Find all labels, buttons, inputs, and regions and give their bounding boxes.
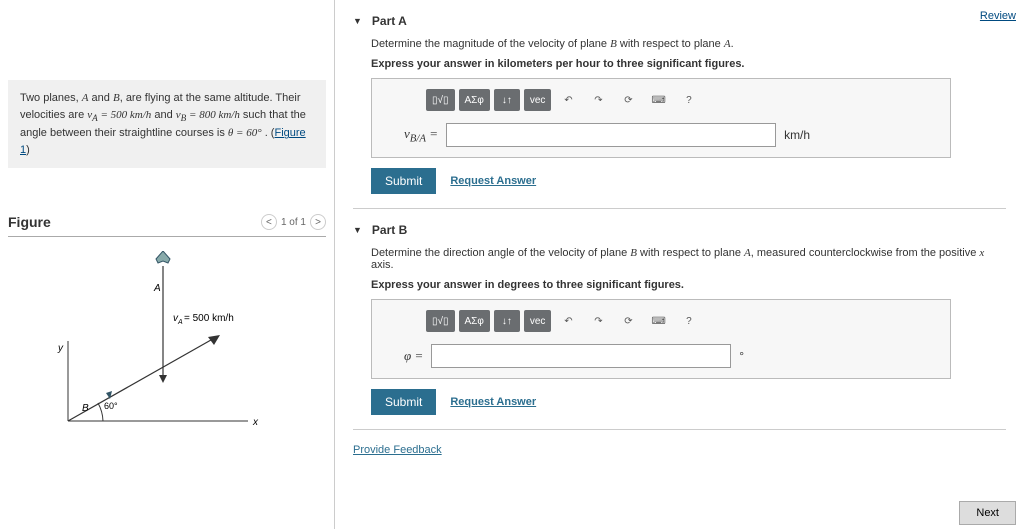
divider <box>353 208 1006 209</box>
part-a-unit: km/h <box>784 128 810 142</box>
reset-button[interactable]: ⟳ <box>615 310 641 332</box>
svg-text:A: A <box>177 319 183 326</box>
figure-next-button[interactable]: > <box>310 214 326 230</box>
equation-toolbar: ▯√▯ ΑΣφ ↓↑ vec ↶ ↷ ⟳ ⌨ ? <box>426 89 936 111</box>
help-button[interactable]: ? <box>676 310 702 332</box>
equation-toolbar: ▯√▯ ΑΣφ ↓↑ vec ↶ ↷ ⟳ ⌨ ? <box>426 310 936 332</box>
undo-button[interactable]: ↶ <box>555 89 581 111</box>
var-A: A <box>82 92 89 104</box>
vector-button[interactable]: vec <box>524 89 552 111</box>
next-button[interactable]: Next <box>959 501 1016 525</box>
provide-feedback-link[interactable]: Provide Feedback <box>353 444 442 456</box>
part-a-answer-box: ▯√▯ ΑΣφ ↓↑ vec ↶ ↷ ⟳ ⌨ ? vB/A = km/h <box>371 78 951 158</box>
svg-text:x: x <box>252 417 259 428</box>
part-b-answer-box: ▯√▯ ΑΣφ ↓↑ vec ↶ ↷ ⟳ ⌨ ? φ = ° <box>371 299 951 379</box>
theta-value: θ = 60° <box>228 127 262 139</box>
templates-button[interactable]: ▯√▯ <box>426 310 455 332</box>
part-b-prompt: Determine the direction angle of the vel… <box>371 247 1006 271</box>
review-link[interactable]: Review <box>980 10 1016 22</box>
svg-text:y: y <box>57 343 64 354</box>
part-a-title: Part A <box>372 14 407 28</box>
collapse-caret-icon[interactable]: ▼ <box>353 225 362 235</box>
undo-button[interactable]: ↶ <box>555 310 581 332</box>
part-b-unit: ° <box>739 349 744 363</box>
redo-button[interactable]: ↷ <box>585 310 611 332</box>
vB-value: vB = 800 km/h <box>176 109 240 121</box>
figure-heading: Figure <box>8 214 51 230</box>
part-b: ▼ Part B Determine the direction angle o… <box>353 217 1006 415</box>
part-b-title: Part B <box>372 223 407 237</box>
divider <box>353 429 1006 430</box>
part-a-input[interactable] <box>446 123 776 147</box>
part-b-variable: φ = <box>404 348 423 364</box>
problem-statement: Two planes, A and B, are flying at the s… <box>8 80 326 168</box>
svg-text:= 500 km/h: = 500 km/h <box>184 313 234 324</box>
svg-text:60°: 60° <box>104 401 118 411</box>
help-button[interactable]: ? <box>676 89 702 111</box>
right-panel: Review ▼ Part A Determine the magnitude … <box>335 0 1024 529</box>
part-a-request-answer[interactable]: Request Answer <box>450 175 536 187</box>
keyboard-button[interactable]: ⌨ <box>645 89 671 111</box>
subscript-button[interactable]: ↓↑ <box>494 89 520 111</box>
part-a: ▼ Part A Determine the magnitude of the … <box>353 8 1006 194</box>
left-panel: Two planes, A and B, are flying at the s… <box>0 0 335 529</box>
redo-button[interactable]: ↷ <box>585 89 611 111</box>
part-a-instructions: Express your answer in kilometers per ho… <box>371 58 1006 70</box>
var-B: B <box>113 92 120 104</box>
keyboard-button[interactable]: ⌨ <box>645 310 671 332</box>
vA-value: vA = 500 km/h <box>87 109 151 121</box>
subscript-button[interactable]: ↓↑ <box>494 310 520 332</box>
part-b-request-answer[interactable]: Request Answer <box>450 396 536 408</box>
vector-button[interactable]: vec <box>524 310 552 332</box>
part-a-submit-button[interactable]: Submit <box>371 168 436 194</box>
figure-nav: < 1 of 1 > <box>261 214 326 230</box>
part-b-input[interactable] <box>431 344 731 368</box>
collapse-caret-icon[interactable]: ▼ <box>353 16 362 26</box>
text: Two planes, <box>20 92 82 104</box>
symbols-button[interactable]: ΑΣφ <box>459 89 490 111</box>
figure-counter: 1 of 1 <box>281 217 306 228</box>
part-b-submit-button[interactable]: Submit <box>371 389 436 415</box>
part-a-prompt: Determine the magnitude of the velocity … <box>371 38 1006 50</box>
templates-button[interactable]: ▯√▯ <box>426 89 455 111</box>
part-a-variable: vB/A = <box>404 126 438 145</box>
figure-section: Figure < 1 of 1 > x y <box>8 208 326 454</box>
part-b-instructions: Express your answer in degrees to three … <box>371 279 1006 291</box>
figure-prev-button[interactable]: < <box>261 214 277 230</box>
svg-text:B: B <box>82 403 89 414</box>
symbols-button[interactable]: ΑΣφ <box>459 310 490 332</box>
reset-button[interactable]: ⟳ <box>615 89 641 111</box>
svg-text:A: A <box>153 283 161 294</box>
figure-diagram: x y 60° A B v A = 500 km/h <box>8 237 326 454</box>
